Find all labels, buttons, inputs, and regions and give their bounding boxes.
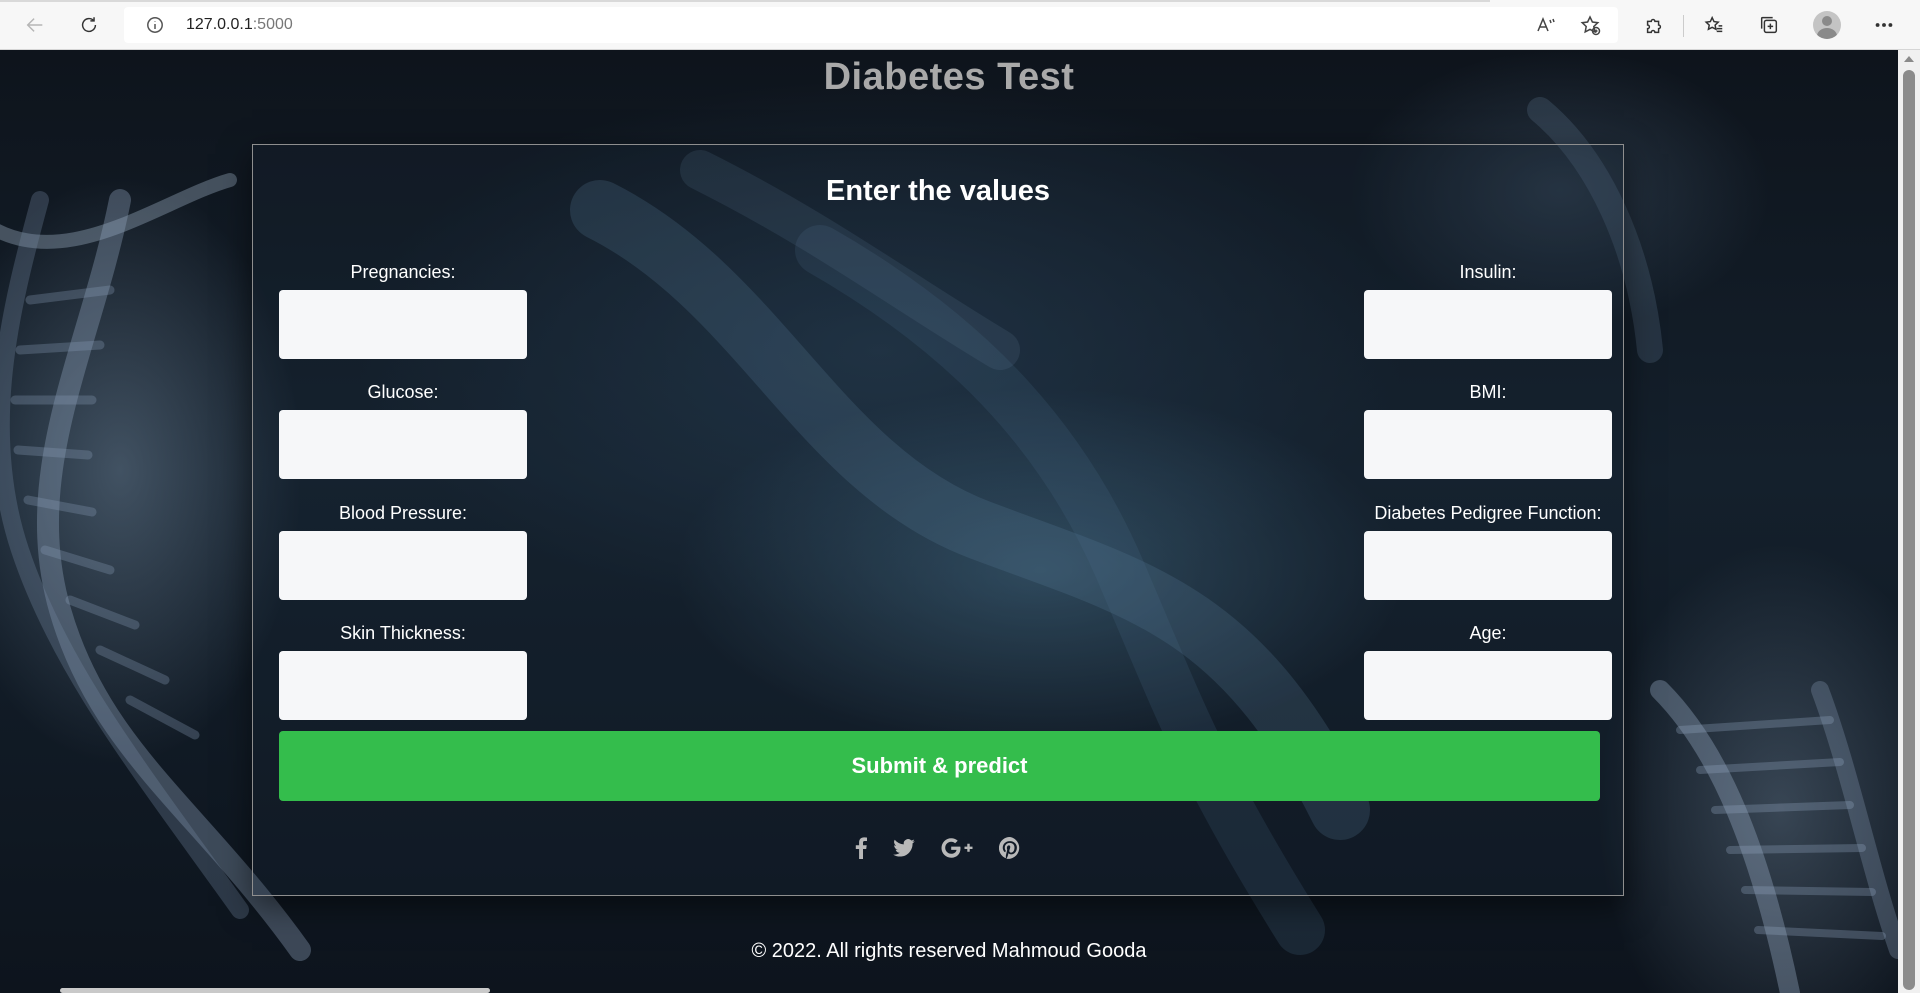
more-dots-icon[interactable] (1868, 9, 1900, 41)
avatar[interactable] (1813, 11, 1841, 39)
read-aloud-icon[interactable] (1535, 14, 1557, 36)
diabetes-pedigree-field: Diabetes Pedigree Function: (1364, 501, 1612, 600)
diabetes-pedigree-label: Diabetes Pedigree Function: (1374, 503, 1602, 523)
bmi-input[interactable] (1364, 410, 1612, 479)
insulin-input[interactable] (1364, 290, 1612, 359)
browser-toolbar: 127.0.0.1:5000 (0, 0, 1920, 50)
skin-thickness-field: Skin Thickness: (279, 621, 527, 720)
url-text[interactable]: 127.0.0.1:5000 (186, 16, 293, 34)
age-input[interactable] (1364, 651, 1612, 720)
skin-thickness-input[interactable] (279, 651, 527, 720)
form-heading: Enter the values (825, 175, 1051, 207)
diabetes-pedigree-input[interactable] (1364, 531, 1612, 600)
twitter-icon[interactable] (893, 835, 915, 861)
url-port: :5000 (252, 16, 293, 33)
blood-pressure-input[interactable] (279, 531, 527, 600)
refresh-icon[interactable] (73, 9, 105, 41)
blood-pressure-label: Blood Pressure: (338, 503, 468, 523)
favorites-icon[interactable] (1698, 9, 1730, 41)
collections-icon[interactable] (1753, 9, 1785, 41)
page-viewport: Diabetes Test Enter the values Pregnanci… (0, 50, 1898, 993)
add-favorite-icon[interactable] (1579, 14, 1601, 36)
prediction-form: Enter the values Pregnancies: Glucose: B… (252, 144, 1624, 896)
blood-pressure-field: Blood Pressure: (279, 501, 527, 600)
url-host: 127.0.0.1 (186, 16, 253, 33)
insulin-label: Insulin: (1459, 262, 1517, 282)
scroll-up-arrow-icon[interactable] (1904, 56, 1914, 62)
glucose-label: Glucose: (367, 382, 439, 402)
glucose-input[interactable] (279, 410, 527, 479)
social-links (253, 835, 1623, 861)
scrollbar-thumb[interactable] (1903, 70, 1915, 990)
horizontal-scrollbar-thumb[interactable] (60, 988, 490, 993)
submit-predict-button[interactable]: Submit & predict (279, 731, 1600, 801)
age-label: Age: (1469, 623, 1507, 643)
insulin-field: Insulin: (1364, 260, 1612, 359)
back-arrow-icon[interactable] (19, 9, 51, 41)
skin-thickness-label: Skin Thickness: (340, 623, 466, 643)
puzzle-icon[interactable] (1638, 9, 1670, 41)
toolbar-divider (1683, 15, 1684, 37)
glucose-field: Glucose: (279, 380, 527, 479)
age-field: Age: (1364, 621, 1612, 720)
vertical-scrollbar[interactable] (1898, 50, 1920, 993)
pregnancies-field: Pregnancies: (279, 260, 527, 359)
pinterest-icon[interactable] (999, 835, 1021, 861)
google-plus-icon[interactable] (941, 835, 973, 861)
pregnancies-input[interactable] (279, 290, 527, 359)
page-title: Diabetes Test (823, 56, 1075, 98)
bmi-field: BMI: (1364, 380, 1612, 479)
loading-bar (0, 0, 1490, 2)
bmi-label: BMI: (1469, 382, 1507, 402)
address-bar[interactable]: 127.0.0.1:5000 (124, 7, 1618, 43)
pregnancies-label: Pregnancies: (350, 262, 456, 282)
facebook-icon[interactable] (855, 835, 867, 861)
footer-copyright: © 2022. All rights reserved Mahmoud Good… (751, 940, 1147, 962)
info-icon[interactable] (146, 16, 164, 34)
